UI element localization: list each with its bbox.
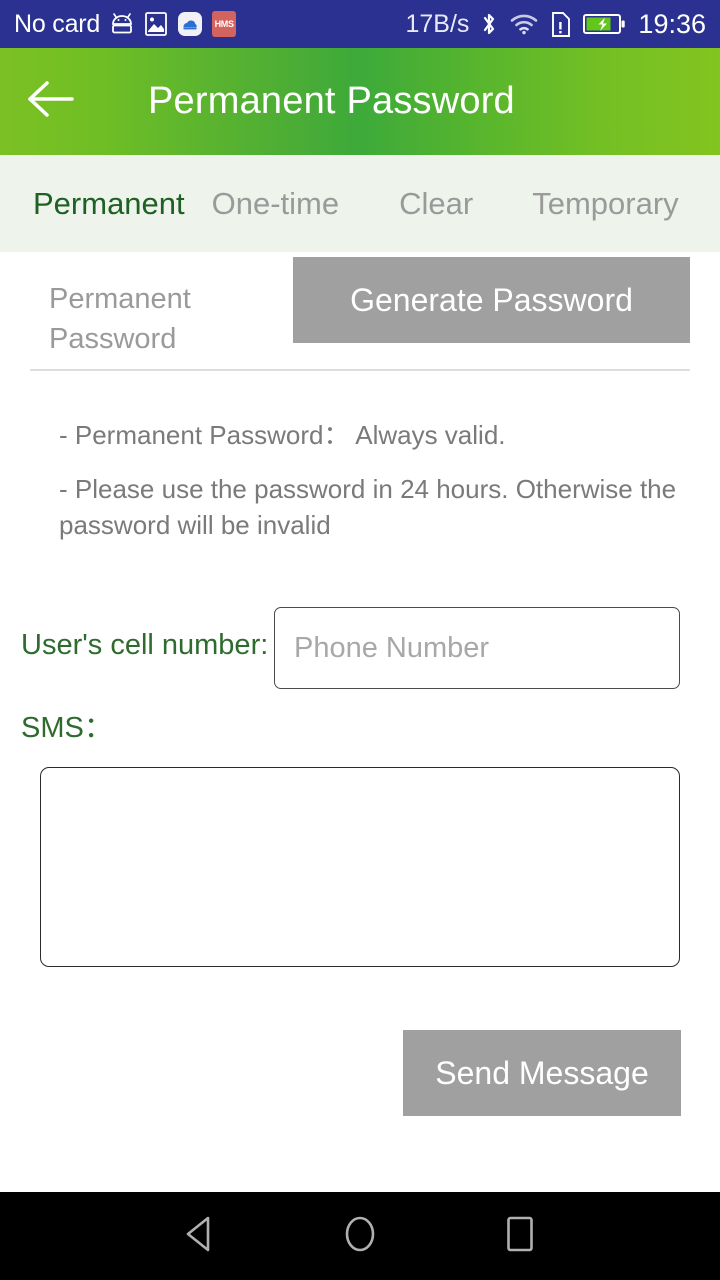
nav-home-button[interactable] bbox=[280, 1192, 440, 1280]
screenshot-icon bbox=[144, 11, 168, 37]
cell-number-row: User's cell number: bbox=[0, 607, 720, 689]
battery-charging-icon bbox=[583, 12, 626, 36]
status-bar-clock: 19:36 bbox=[638, 8, 706, 39]
triangle-back-icon bbox=[183, 1215, 217, 1258]
send-message-button[interactable]: Send Message bbox=[403, 1030, 681, 1116]
wifi-icon bbox=[509, 12, 539, 36]
note-24-hours: - Please use the password in 24 hours. O… bbox=[59, 474, 677, 540]
back-button[interactable] bbox=[0, 48, 104, 155]
android-robot-icon bbox=[109, 12, 135, 36]
nav-recents-button[interactable] bbox=[440, 1192, 600, 1280]
status-bar-left: No card HMS bbox=[14, 9, 237, 38]
content-area: Permanent Password Generate Password - P… bbox=[0, 252, 720, 1192]
app-screen: No card HMS 17B/s 19:36 Permanent Passwo… bbox=[0, 0, 720, 1280]
sim-card-alert-icon bbox=[550, 11, 572, 38]
app-header: Permanent Password bbox=[0, 48, 720, 155]
page-title: Permanent Password bbox=[148, 80, 515, 122]
tab-clear[interactable]: Clear bbox=[399, 188, 473, 219]
circle-home-icon bbox=[341, 1213, 379, 1260]
tab-permanent[interactable]: Permanent bbox=[33, 188, 185, 219]
system-nav-bar bbox=[0, 1192, 720, 1280]
send-message-label: Send Message bbox=[435, 1055, 649, 1091]
generate-password-button[interactable]: Generate Password bbox=[293, 257, 690, 343]
sms-textarea[interactable] bbox=[40, 767, 680, 967]
status-bar: No card HMS 17B/s 19:36 bbox=[0, 0, 720, 48]
hms-icon: HMS bbox=[212, 11, 237, 37]
note-permanent-validity: - Permanent Password： Always valid. bbox=[59, 420, 506, 450]
cloud-app-icon bbox=[177, 11, 203, 37]
sms-label: SMS： bbox=[21, 712, 113, 744]
info-notes: - Permanent Password： Always valid. - Pl… bbox=[0, 417, 720, 543]
section-divider bbox=[30, 369, 690, 371]
hms-label: HMS bbox=[214, 19, 234, 29]
sub-tab-row: Permanent Password Generate Password bbox=[0, 255, 720, 355]
status-bar-right: 17B/s 19:36 bbox=[405, 10, 706, 38]
tab-bar: Permanent One-time Clear Temporary bbox=[0, 155, 720, 252]
nav-back-button[interactable] bbox=[120, 1192, 280, 1280]
tab-one-time[interactable]: One-time bbox=[212, 188, 339, 219]
arrow-left-icon bbox=[25, 78, 79, 125]
carrier-label: No card bbox=[14, 9, 101, 38]
sub-tab-permanent-password[interactable]: Permanent Password bbox=[49, 279, 279, 359]
phone-number-input[interactable] bbox=[274, 607, 680, 689]
tab-temporary[interactable]: Temporary bbox=[532, 188, 678, 219]
square-recents-icon bbox=[503, 1214, 537, 1259]
generate-password-label: Generate Password bbox=[350, 282, 633, 318]
cell-number-label: User's cell number: bbox=[21, 629, 269, 661]
network-speed-label: 17B/s bbox=[405, 9, 470, 38]
bluetooth-icon bbox=[480, 10, 498, 38]
